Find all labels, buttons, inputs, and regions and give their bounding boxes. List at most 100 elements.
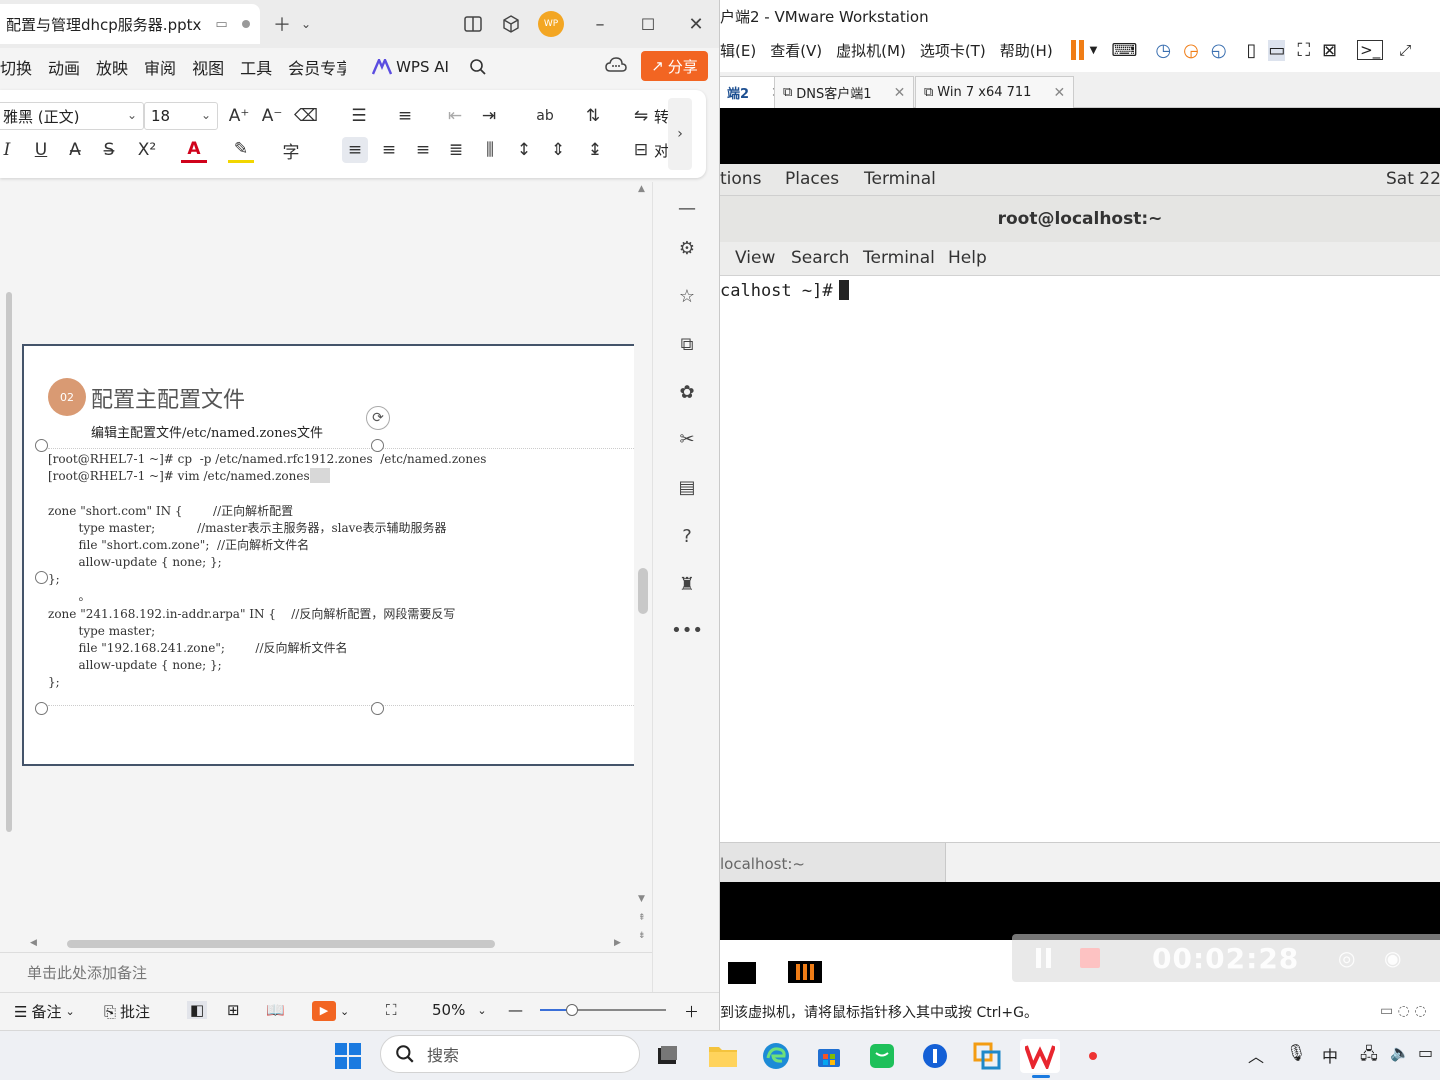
resize-handle[interactable] [371, 439, 384, 452]
next-slide-icon[interactable]: ⇟ [638, 932, 646, 941]
resize-handle[interactable] [35, 702, 48, 715]
convert-icon[interactable]: ⇋ [628, 103, 654, 129]
resize-handle[interactable] [35, 571, 48, 584]
thumbnail-view-icon[interactable]: ▭ [1268, 39, 1286, 61]
ime-indicator[interactable]: 中 [1322, 1043, 1338, 1067]
increase-font-icon[interactable]: A⁺ [226, 103, 252, 129]
menu-tools[interactable]: 工具 [240, 55, 272, 79]
menu-animation[interactable]: 动画 [48, 55, 80, 79]
slide-canvas[interactable]: 02 配置主配置文件 ⟳ 编辑主配置文件/etc/named.zones文件 [… [22, 344, 634, 766]
code-textbox[interactable]: [root@RHEL7-1 ~]# cp -p /etc/named.rfc19… [48, 448, 634, 706]
close-button[interactable]: ✕ [682, 10, 710, 38]
terminal-menu-view[interactable]: View [735, 248, 775, 268]
gnome-clock[interactable]: Sat 22: [1386, 169, 1440, 189]
vmware-taskbar-icon[interactable] [970, 1039, 1004, 1073]
menu-slideshow[interactable]: 放映 [96, 55, 128, 79]
stop-record-icon[interactable] [728, 962, 756, 984]
terminal-menu-help[interactable]: Help [948, 248, 987, 268]
scroll-left-icon[interactable]: ◀ [30, 938, 37, 948]
terminal-menu-search[interactable]: Search [791, 248, 849, 268]
user-avatar[interactable]: WP [537, 10, 565, 38]
play-slideshow-button[interactable]: ▶ ⌄ [312, 1001, 349, 1021]
device-status-icons[interactable]: ▭ ◌ ◌ [1380, 1003, 1427, 1019]
scroll-right-icon[interactable]: ▶ [614, 938, 621, 948]
console-icon[interactable]: >_ [1357, 40, 1384, 60]
grid-view-icon[interactable]: ⊞ [227, 1001, 240, 1019]
snapshot-manager-icon[interactable]: ◵ [1211, 40, 1227, 61]
star-icon[interactable]: ☆ [673, 282, 701, 310]
scroll-down-icon[interactable]: ▼ [638, 894, 645, 904]
resize-handle[interactable] [35, 439, 48, 452]
notes-pane[interactable]: 单击此处添加备注 [0, 952, 652, 992]
italic-icon[interactable]: I [0, 137, 20, 163]
normal-view-icon[interactable]: ◧ [187, 1001, 208, 1019]
text-align-icon[interactable]: ⊟ [628, 137, 654, 163]
wps-taskbar-icon[interactable] [1020, 1039, 1060, 1073]
clear-format-icon[interactable]: ⌫ [293, 103, 319, 129]
bullet-list-icon[interactable]: ☰ [346, 103, 372, 129]
menu-transition[interactable]: 切换 [0, 55, 32, 79]
justify-icon[interactable]: ≣ [443, 137, 469, 163]
slides-icon[interactable]: ⧉ [673, 330, 701, 358]
revert-snapshot-icon[interactable]: ◶ [1183, 40, 1199, 61]
vm-tab-dns-client[interactable]: ⧉ DNS客户端1 ✕ [774, 76, 915, 108]
chevron-down-icon[interactable]: ▼ [1090, 45, 1098, 56]
minimize-button[interactable]: – [586, 10, 614, 38]
indent-icon[interactable]: ⇥ [476, 103, 502, 129]
search-icon[interactable] [469, 58, 487, 76]
gnome-places-menu[interactable]: Places [785, 169, 839, 189]
collapse-icon[interactable]: — [673, 194, 701, 222]
scroll-up-icon[interactable]: ▲ [638, 184, 645, 194]
book-icon[interactable]: ▤ [673, 473, 701, 501]
camera-icon[interactable]: ◉ [1384, 946, 1401, 970]
shadow-icon[interactable]: S̶ [96, 137, 122, 163]
start-button[interactable] [331, 1039, 365, 1073]
align-center-icon[interactable]: ≡ [376, 137, 402, 163]
settings-sliders-icon[interactable]: ⚙ [673, 234, 701, 262]
text-direction-icon[interactable]: ab [532, 103, 558, 129]
microphone-icon[interactable]: 🎙 [1286, 1043, 1306, 1062]
highlight-icon[interactable]: ✎ [228, 137, 254, 163]
resize-handle[interactable] [371, 702, 384, 715]
wps-ai-button[interactable]: WPS AI [372, 58, 449, 76]
spacing-menu-icon[interactable]: ↨ [582, 137, 608, 163]
recorder-pause-icon[interactable] [1036, 948, 1051, 968]
menu-view[interactable]: 查看(V) [770, 40, 822, 61]
terminal-body[interactable]: calhost ~]# [720, 276, 1440, 842]
snapshot-icon[interactable]: ◷ [1155, 40, 1171, 61]
stretch-icon[interactable]: ⤢ [1399, 41, 1411, 59]
close-icon[interactable]: ✕ [1053, 85, 1065, 101]
battery-icon[interactable]: ▭ [1418, 1043, 1433, 1062]
comments-button[interactable]: ⎘ 批注 [104, 1001, 150, 1022]
skin-icon[interactable]: ♜ [673, 570, 701, 598]
document-tab[interactable]: 配置与管理dhcp服务器.pptx ▭ [0, 4, 260, 44]
menu-review[interactable]: 审阅 [144, 55, 176, 79]
terminal-menu-terminal[interactable]: Terminal [863, 248, 935, 268]
vm-tab-win7[interactable]: ⧉ Win 7 x64 711 ✕ [915, 76, 1075, 108]
left-scrollbar[interactable] [6, 292, 12, 832]
send-keys-icon[interactable]: ⌨ [1111, 40, 1137, 61]
file-explorer-icon[interactable] [706, 1039, 740, 1073]
taskbar-search-box[interactable]: 搜索 [380, 1035, 640, 1073]
numbered-list-icon[interactable]: ≡ [392, 103, 418, 129]
menu-help[interactable]: 帮助(H) [1000, 40, 1053, 61]
strikethrough-icon[interactable]: A̶ [62, 137, 88, 163]
phonetic-icon[interactable]: 字 [278, 137, 304, 163]
library-view-icon[interactable]: ▯ [1247, 40, 1257, 61]
design-icon[interactable]: ✿ [673, 378, 701, 406]
align-right-icon[interactable]: ≡ [410, 137, 436, 163]
cube-icon[interactable] [497, 10, 525, 38]
decrease-font-icon[interactable]: A⁻ [259, 103, 285, 129]
distribute-icon[interactable]: ⫼ [477, 137, 503, 163]
share-button[interactable]: ↗ 分享 [641, 51, 708, 81]
gnome-terminal-menu[interactable]: Terminal [864, 169, 936, 189]
horizontal-scrollbar-thumb[interactable] [67, 940, 495, 948]
slide-title[interactable]: 配置主配置文件 [91, 382, 245, 414]
underline-icon[interactable]: U [28, 137, 54, 163]
recorder-taskbar-icon[interactable] [1076, 1039, 1110, 1073]
fit-window-icon[interactable]: ⛶ [386, 1001, 397, 1019]
edge-browser-icon[interactable] [759, 1039, 793, 1073]
menu-vm[interactable]: 虚拟机(M) [836, 40, 906, 61]
split-view-icon[interactable] [459, 10, 487, 38]
task-view-icon[interactable] [650, 1039, 684, 1073]
